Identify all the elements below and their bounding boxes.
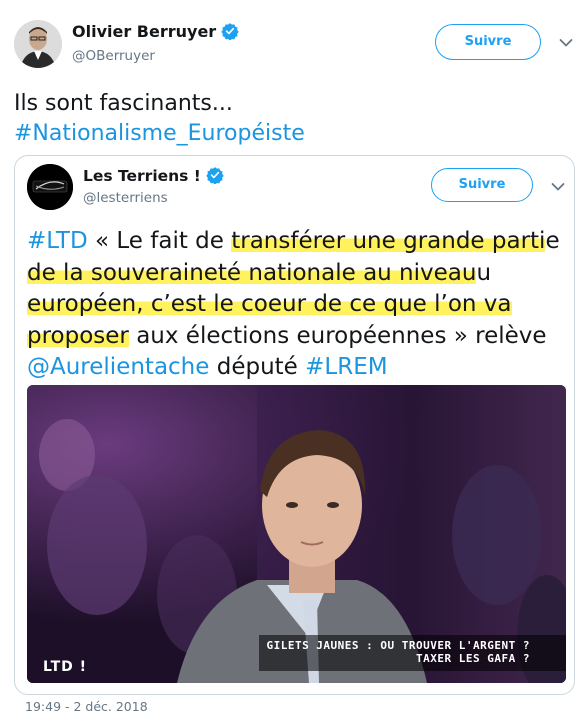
author-avatar[interactable] bbox=[14, 20, 62, 68]
les-terriens-logo bbox=[27, 164, 73, 210]
chevron-down-icon[interactable] bbox=[559, 38, 573, 48]
tweet-timestamp[interactable]: 19:49 - 2 déc. 2018 bbox=[25, 699, 148, 714]
quoted-author-avatar[interactable] bbox=[27, 164, 73, 210]
mention-link[interactable]: @Aurelientache bbox=[27, 354, 209, 380]
tweet-hashtag-link[interactable]: #Nationalisme_Européiste bbox=[14, 119, 305, 149]
follow-button[interactable]: Suivre bbox=[435, 24, 541, 60]
lrem-hashtag-link[interactable]: #LREM bbox=[305, 354, 387, 380]
quote-text-segment: u bbox=[476, 259, 492, 286]
verified-badge-icon bbox=[221, 23, 239, 40]
verified-badge-icon bbox=[206, 167, 224, 184]
quoted-author-name-text[interactable]: Les Terriens ! bbox=[83, 167, 201, 185]
quoted-author-handle[interactable]: @lesterriens bbox=[83, 190, 168, 206]
highlighted-text: transférer une grande parti bbox=[231, 228, 546, 254]
ltd-logo: LTD ! bbox=[43, 659, 88, 675]
quote-text-segment: e bbox=[545, 228, 560, 254]
tweet-media-image[interactable]: GILETS JAUNES : OU TROUVER L'ARGENT ? TA… bbox=[27, 385, 566, 683]
quoted-tweet-card[interactable]: Les Terriens ! @lesterriens Suivre #LTD … bbox=[14, 155, 575, 695]
tweet-text-line: Ils sont fascinants... bbox=[14, 91, 233, 116]
quoted-tweet-text: #LTD « Le fait de transférer une grande … bbox=[27, 226, 567, 384]
chevron-down-icon[interactable] bbox=[551, 182, 565, 192]
tv-caption: GILETS JAUNES : OU TROUVER L'ARGENT ? TA… bbox=[266, 639, 530, 665]
quote-text-segment: député bbox=[209, 354, 306, 380]
highlighted-text: proposer bbox=[27, 322, 129, 349]
author-handle[interactable]: @OBerruyer bbox=[72, 48, 155, 64]
highlighted-text: européen, c’est le coeur de ce que l’on … bbox=[27, 291, 512, 317]
tv-caption-line: GILETS JAUNES : OU TROUVER L'ARGENT ? bbox=[266, 639, 530, 652]
ltd-hashtag-link[interactable]: #LTD bbox=[27, 228, 88, 254]
tv-caption-line: TAXER LES GAFA ? bbox=[416, 652, 530, 665]
author-avatar-image bbox=[14, 20, 62, 68]
tweet-author-header: Olivier Berruyer @OBerruyer Suivre bbox=[14, 16, 574, 72]
quoted-author-name[interactable]: Les Terriens ! bbox=[83, 166, 224, 185]
author-name[interactable]: Olivier Berruyer bbox=[72, 22, 239, 41]
tweet-text: Ils sont fascinants... #Nationalisme_Eur… bbox=[14, 89, 305, 149]
author-name-text[interactable]: Olivier Berruyer bbox=[72, 22, 216, 41]
quote-text-segment: aux élections européennes » relève bbox=[128, 322, 547, 349]
highlighted-text: de la souveraineté nationale au niveau bbox=[27, 259, 477, 286]
quoted-follow-button[interactable]: Suivre bbox=[431, 168, 533, 202]
quote-text-segment: « Le fait de bbox=[87, 228, 232, 254]
